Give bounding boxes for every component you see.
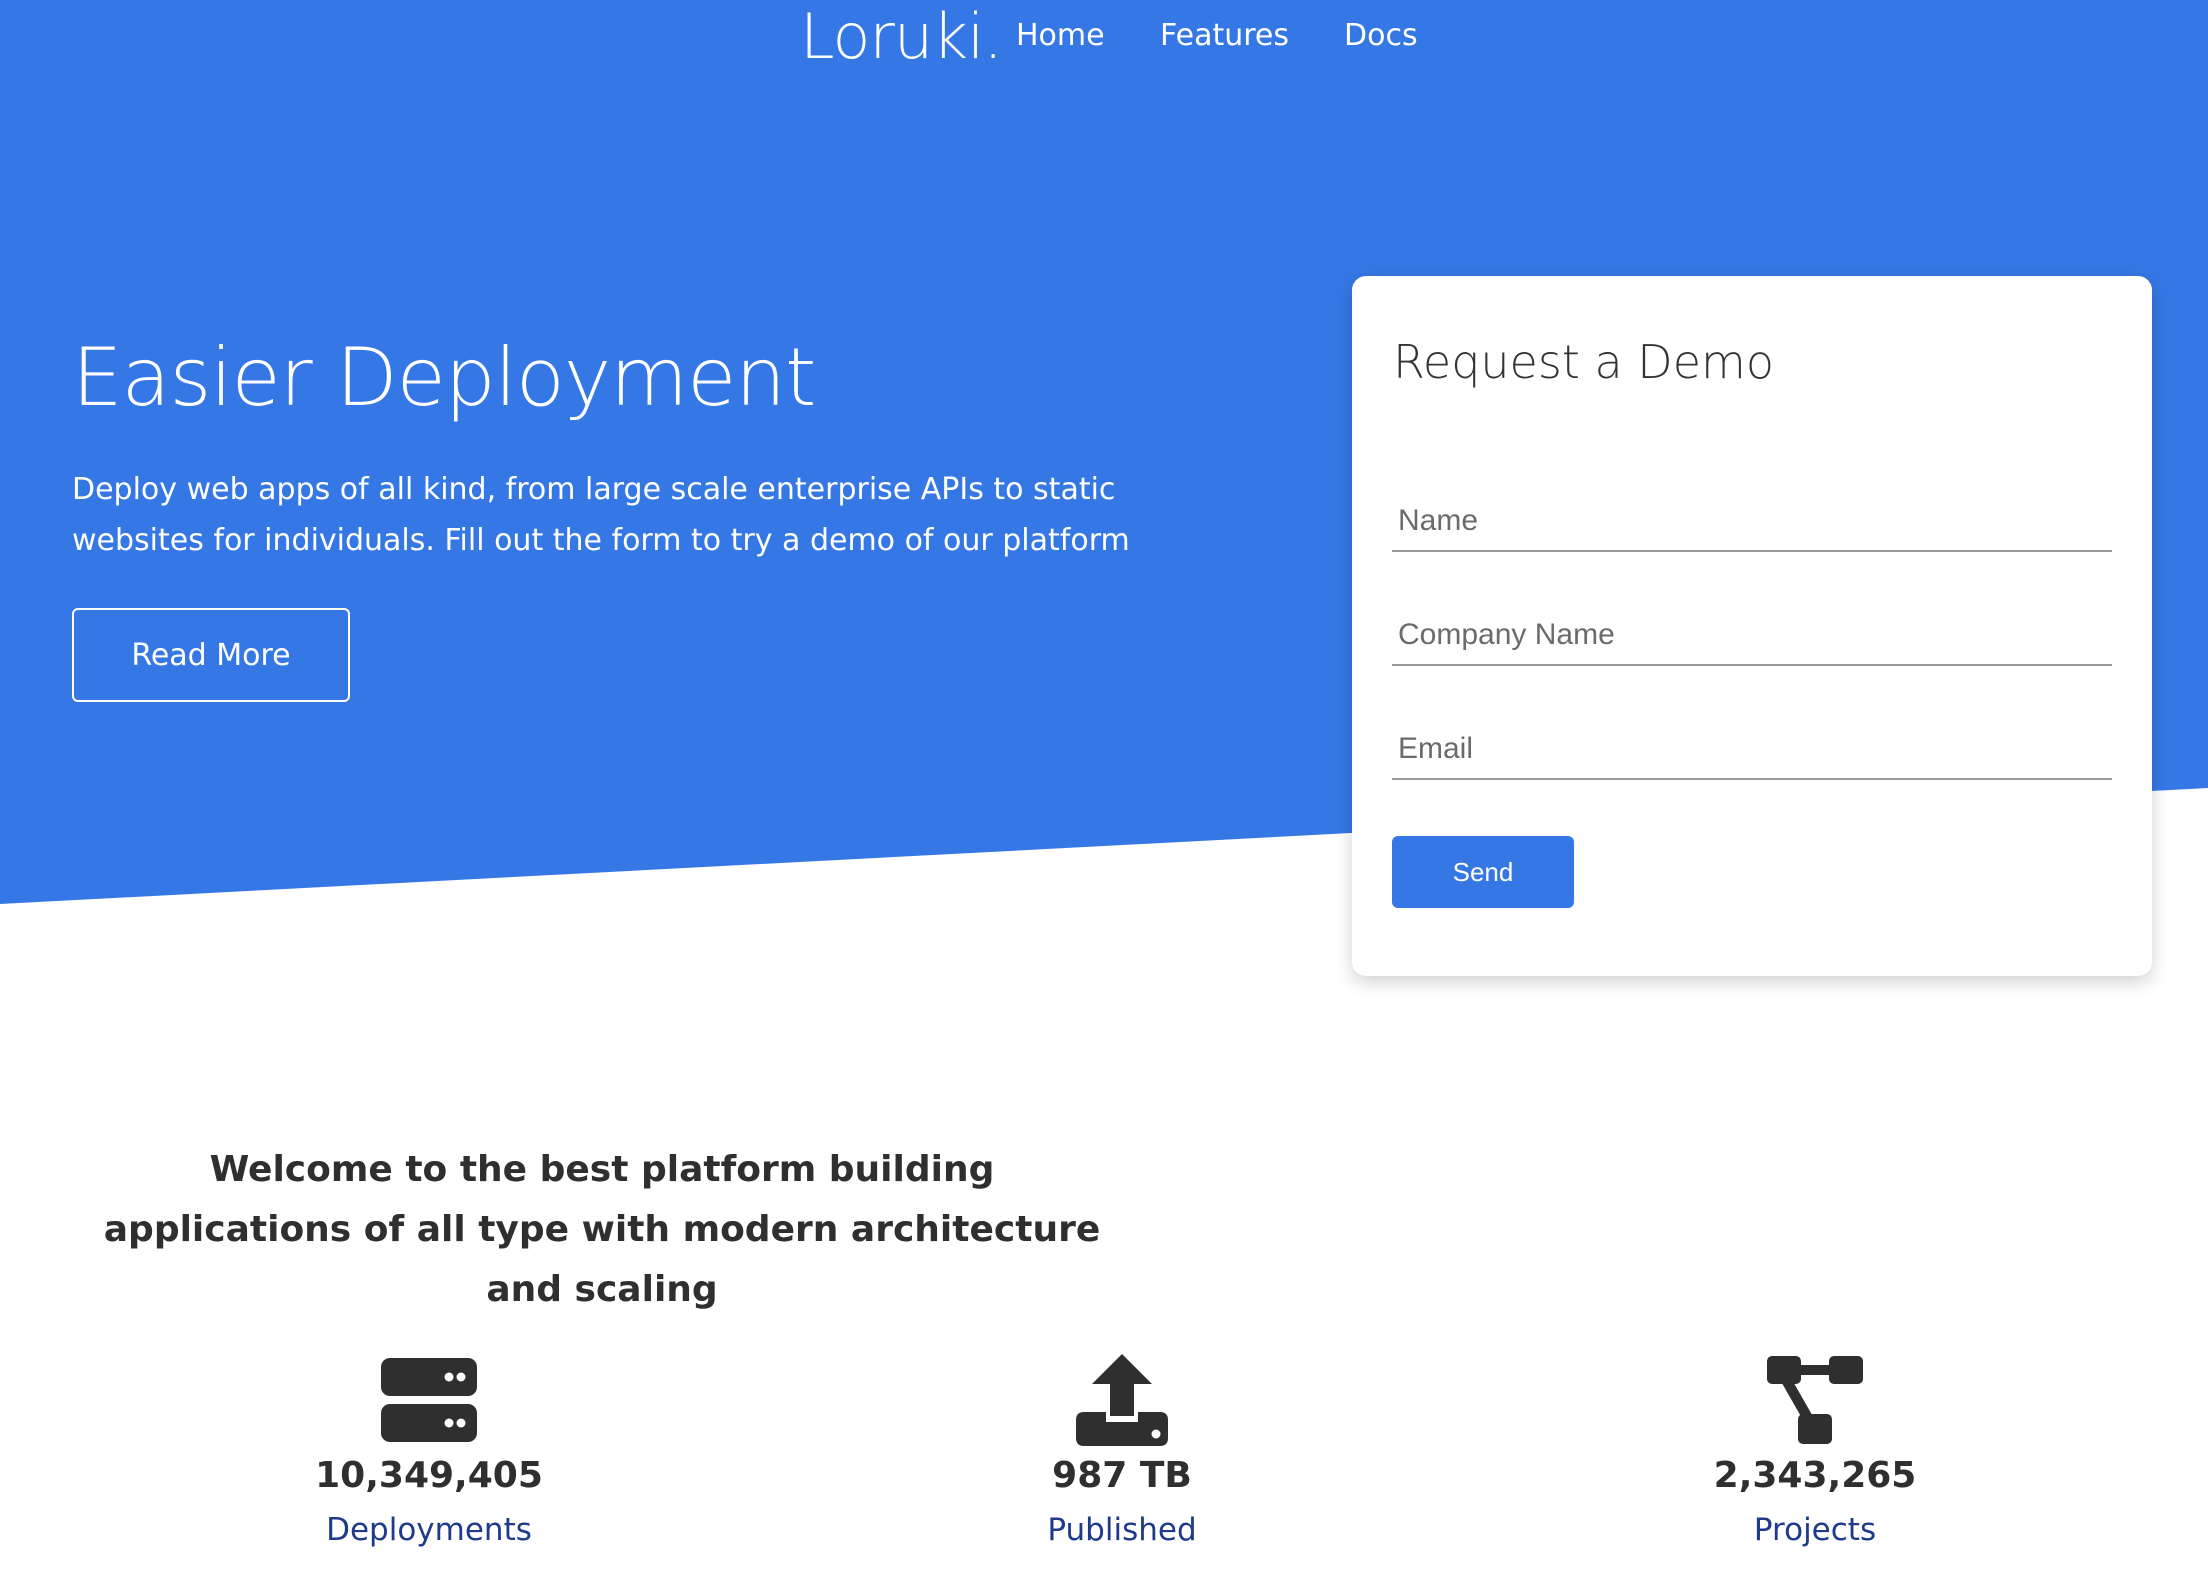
email-input[interactable] (1392, 720, 2112, 780)
stat-label: Published (1047, 1512, 1197, 1548)
project-diagram-icon (1765, 1350, 1865, 1450)
server-icon (379, 1350, 479, 1450)
read-more-button[interactable]: Read More (72, 608, 350, 702)
nav-link-features[interactable]: Features (1160, 18, 1289, 54)
hero-title: Easier Deployment (72, 331, 816, 424)
stat-value: 2,343,265 (1713, 1455, 1917, 1496)
company-name-input[interactable] (1392, 606, 2112, 666)
request-demo-card: Request a Demo Send (1352, 276, 2152, 976)
upload-icon (1072, 1350, 1172, 1450)
nav-link-home[interactable]: Home (1016, 18, 1105, 54)
stat-value: 10,349,405 (315, 1455, 543, 1496)
name-input[interactable] (1392, 492, 2112, 552)
stat-value: 987 TB (1052, 1455, 1192, 1496)
navbar: Loruki. Home Features Docs (0, 0, 2208, 80)
nav-link-docs[interactable]: Docs (1344, 18, 1418, 54)
stat-label: Deployments (326, 1512, 532, 1548)
send-button[interactable]: Send (1392, 836, 1574, 908)
hero-description: Deploy web apps of all kind, from large … (72, 472, 1130, 558)
welcome-heading: Welcome to the best platform building ap… (103, 1149, 1101, 1310)
stat-deployments: 10,349,405 Deployments (229, 1350, 629, 1550)
stat-label: Projects (1753, 1512, 1877, 1548)
demo-form-title: Request a Demo (1393, 335, 1774, 389)
stat-projects: 2,343,265 Projects (1615, 1350, 2015, 1550)
stat-published: 987 TB Published (922, 1350, 1322, 1550)
brand-logo[interactable]: Loruki. (800, 2, 1003, 72)
